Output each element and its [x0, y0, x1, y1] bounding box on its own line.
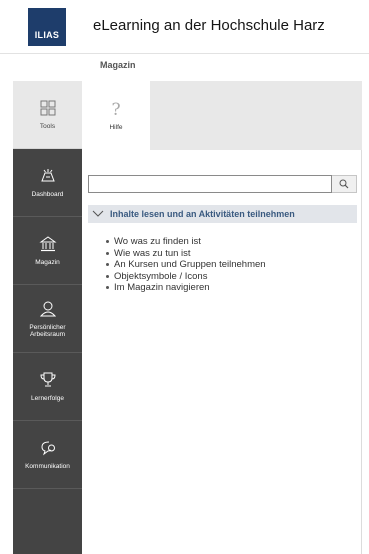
logo-text: ILIAS — [34, 30, 60, 40]
chevron-down-icon — [92, 209, 104, 219]
accordion-title: Inhalte lesen und an Aktivitäten teilneh… — [110, 209, 295, 219]
help-link[interactable]: An Kursen und Gruppen teilnehmen — [106, 259, 266, 271]
dashboard-icon — [40, 169, 55, 182]
mainbar-item-tools[interactable]: Tools — [13, 81, 82, 149]
mainbar: Tools Dashboard Magazin Persönlicher Arb… — [13, 81, 82, 554]
mainbar-label: Tools — [39, 123, 56, 131]
help-icon: ? — [111, 99, 121, 120]
mainbar-item-lernerfolge[interactable]: Lernerfolge — [13, 353, 82, 421]
ilias-logo[interactable]: ILIAS — [28, 8, 66, 46]
mainbar-item-persoenlicher-arbeitsraum[interactable]: Persönlicher Arbeitsraum — [13, 285, 82, 353]
help-link[interactable]: Im Magazin navigieren — [106, 282, 266, 294]
search-icon — [339, 179, 349, 189]
breadcrumb: Magazin — [0, 54, 369, 81]
help-link[interactable]: Objektsymbole / Icons — [106, 271, 266, 283]
site-title[interactable]: eLearning an der Hochschule Harz — [93, 17, 325, 34]
mainbar-label: Kommunikation — [25, 463, 70, 471]
tool-tabs: ? Hilfe — [82, 81, 362, 150]
mainbar-item-dashboard[interactable]: Dashboard — [13, 149, 82, 217]
help-link-list: Wo was zu finden ist Wie was zu tun ist … — [106, 236, 266, 294]
mainbar-label: Dashboard — [31, 191, 64, 199]
mainbar-item-magazin[interactable]: Magazin — [13, 217, 82, 285]
user-icon — [39, 301, 56, 316]
grid-icon — [40, 100, 55, 116]
mainbar-label: Persönlicher Arbeitsraum — [29, 323, 66, 339]
bank-icon — [38, 236, 57, 252]
header: ILIAS eLearning an der Hochschule Harz — [0, 0, 369, 54]
tab-hilfe[interactable]: ? Hilfe — [82, 81, 150, 150]
mainbar-label: Magazin — [35, 259, 60, 267]
tab-label: Hilfe — [109, 123, 123, 131]
accordion-header[interactable]: Inhalte lesen und an Aktivitäten teilneh… — [88, 205, 357, 223]
chat-icon — [40, 441, 55, 456]
help-link[interactable]: Wie was zu tun ist — [106, 248, 266, 260]
search-button[interactable] — [332, 175, 357, 193]
help-link[interactable]: Wo was zu finden ist — [106, 236, 266, 248]
trophy-icon — [39, 372, 56, 387]
mainbar-label: Lernerfolge — [31, 395, 64, 403]
tools-slate: ? Hilfe Inhalte lesen und an Aktivitäten… — [82, 81, 362, 554]
help-search-input[interactable] — [88, 175, 332, 193]
mainbar-item-kommunikation[interactable]: Kommunikation — [13, 421, 82, 489]
breadcrumb-item-magazin[interactable]: Magazin — [100, 60, 136, 70]
